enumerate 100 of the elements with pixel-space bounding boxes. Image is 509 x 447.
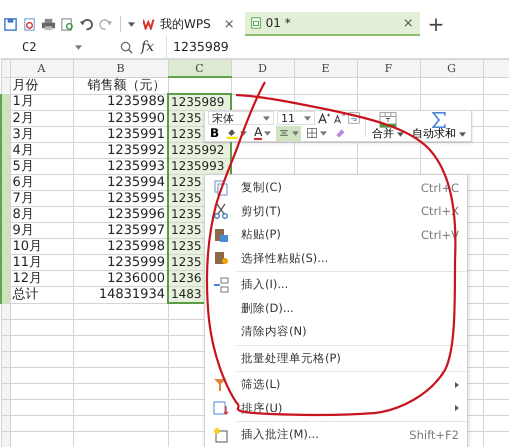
- save-icon[interactable]: [3, 16, 18, 32]
- scissors-icon: [213, 203, 229, 220]
- table-cell: 1235991: [107, 128, 165, 142]
- column-header[interactable]: F: [357, 60, 420, 77]
- copy-icon: [213, 180, 229, 196]
- name-box[interactable]: C2: [6, 40, 86, 54]
- table-cell: 1235: [171, 176, 202, 189]
- dropdown-caret-icon: [264, 130, 272, 136]
- table-cell: 1235999: [107, 256, 165, 270]
- table-cell: 7月: [12, 192, 34, 206]
- menu-item[interactable]: 批量处理单元格(P): [205, 346, 467, 370]
- menu-item[interactable]: 筛选(L): [205, 373, 467, 396]
- table-cell: 1235: [171, 192, 202, 205]
- increase-font-icon[interactable]: [318, 112, 330, 124]
- table-cell: 1235997: [107, 224, 165, 238]
- table-cell: 6月: [12, 176, 34, 190]
- table-cell: 1235992: [171, 144, 224, 157]
- table-cell: 4月: [12, 144, 34, 158]
- dropdown-caret-icon: [240, 130, 248, 136]
- column-header[interactable]: E: [294, 60, 357, 77]
- formula-field[interactable]: 1235989: [166, 36, 509, 58]
- menu-item[interactable]: 插入批注(M)... Shift+F2: [205, 423, 467, 446]
- table-cell: 1235: [171, 208, 202, 221]
- close-button[interactable]: ×: [392, 16, 414, 30]
- table-cell: 1235998: [107, 240, 165, 254]
- dropdown-caret-icon[interactable]: [75, 44, 82, 50]
- function-label[interactable]: fx: [141, 39, 154, 55]
- sort-icon: [213, 400, 229, 416]
- column-header[interactable]: D: [231, 60, 294, 77]
- document-tab[interactable]: 我的WPS ×: [139, 12, 241, 36]
- table-cell: 5月: [12, 160, 34, 174]
- merge-button[interactable]: 合并: [368, 111, 408, 141]
- align-button[interactable]: [276, 126, 302, 141]
- wps-logo-icon: [143, 18, 157, 30]
- table-cell: 1月: [12, 94, 34, 110]
- column-header[interactable]: A: [10, 60, 73, 77]
- menu-item[interactable]: 删除(D)...: [205, 296, 467, 320]
- dropdown-caret-icon: [292, 130, 300, 136]
- export-icon[interactable]: [22, 16, 37, 32]
- fill-bucket-icon: [226, 127, 238, 140]
- zoom-icon[interactable]: [120, 40, 133, 54]
- table-cell: 1235989: [107, 94, 165, 110]
- table-cell: 14831934: [98, 287, 165, 302]
- table-cell: 1236: [171, 272, 202, 285]
- dropdown-caret-icon[interactable]: [304, 116, 311, 121]
- insert-cells-icon: [213, 276, 229, 293]
- clipboard-icon: [213, 226, 229, 243]
- close-button[interactable]: ×: [214, 16, 235, 32]
- column-header[interactable]: G: [420, 60, 483, 77]
- table-cell: 1235: [171, 240, 202, 253]
- table-cell: 1235993: [107, 160, 165, 174]
- font-size-dropdown[interactable]: 11: [277, 111, 315, 126]
- dropdown-caret-icon: [459, 132, 466, 136]
- menu-item[interactable]: 选择性粘贴(S)...: [205, 246, 467, 270]
- column-header[interactable]: B: [73, 60, 168, 77]
- filter-icon: [213, 376, 229, 393]
- table-cell: 1235992: [107, 144, 165, 158]
- table-cell: 1235994: [107, 176, 165, 190]
- table-cell: 10月: [12, 240, 42, 254]
- table-cell: 1235993: [171, 160, 224, 173]
- dropdown-caret-icon[interactable]: [128, 22, 135, 26]
- comment-icon: [213, 426, 229, 443]
- table-cell: 月份: [12, 78, 38, 92]
- table-cell: 总计: [12, 287, 38, 302]
- new-tab-button[interactable]: +: [424, 14, 448, 34]
- font-dropdown[interactable]: 宋体: [208, 111, 274, 126]
- menu-item[interactable]: 插入(I)...: [205, 273, 467, 296]
- eraser-icon: [334, 127, 346, 140]
- borders-icon: [306, 127, 318, 140]
- menu-item[interactable]: 清除内容(N): [205, 320, 467, 344]
- document-tab[interactable]: 01 * ×: [244, 12, 420, 36]
- dropdown-caret-icon: [320, 130, 328, 136]
- bold-button[interactable]: B: [208, 126, 222, 141]
- table-cell: 9月: [12, 224, 34, 238]
- table-cell: 2月: [12, 112, 34, 126]
- dropdown-caret-icon[interactable]: [263, 116, 270, 121]
- table-cell: 1235: [171, 128, 202, 141]
- wrap-text-icon[interactable]: [348, 112, 360, 124]
- table-cell: 1235989: [171, 96, 224, 109]
- print-icon[interactable]: [41, 16, 56, 32]
- undo-icon[interactable]: [79, 16, 94, 32]
- table-cell: 11月: [12, 256, 42, 270]
- borders-button[interactable]: [304, 126, 330, 141]
- table-cell: 1483: [171, 287, 202, 301]
- table-cell: 1236000: [107, 272, 165, 286]
- submenu-arrow-icon: [455, 382, 459, 388]
- table-cell: 1235: [171, 224, 202, 237]
- decrease-font-icon[interactable]: [333, 112, 345, 124]
- spreadsheet-file-icon: [248, 17, 263, 29]
- submenu-arrow-icon: [455, 405, 459, 412]
- table-cell: 1235: [171, 112, 202, 125]
- column-header[interactable]: C: [168, 60, 231, 77]
- dropdown-caret-icon: [397, 132, 404, 136]
- print-preview-icon[interactable]: [60, 16, 75, 32]
- clipboard-icon: [213, 250, 229, 266]
- sigma-icon: [430, 112, 448, 128]
- table-cell: 1235990: [107, 112, 165, 126]
- table-cell: 3月: [12, 128, 34, 142]
- tab-label: 我的WPS: [160, 16, 211, 32]
- tab-label: 01 *: [266, 16, 292, 30]
